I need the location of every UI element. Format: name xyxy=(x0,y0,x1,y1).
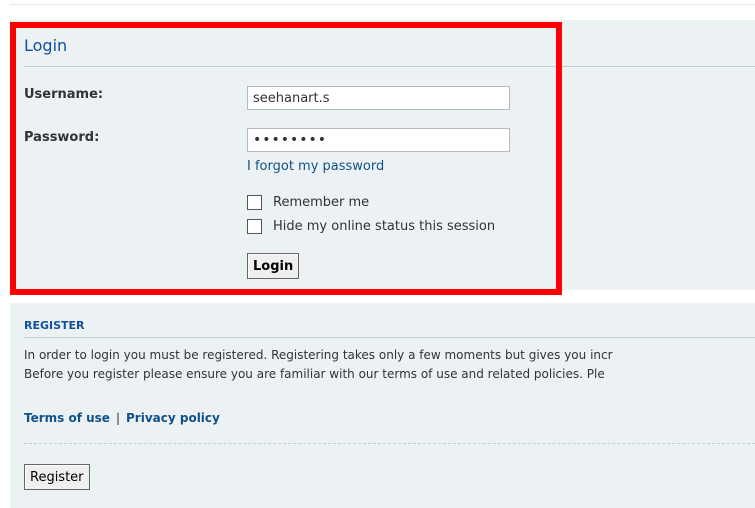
remember-me-checkbox[interactable] xyxy=(247,194,262,210)
terms-of-use-link[interactable]: Terms of use xyxy=(24,411,110,425)
remember-me-label: Remember me xyxy=(273,194,370,210)
policy-links: Terms of use | Privacy policy xyxy=(24,411,220,425)
hide-online-status-checkbox[interactable] xyxy=(247,218,262,234)
login-title-divider xyxy=(24,66,755,67)
register-description-line-2: Before you register please ensure you ar… xyxy=(24,367,605,381)
password-input[interactable] xyxy=(247,128,510,152)
register-dashed-divider xyxy=(24,443,755,444)
hide-online-status-option[interactable]: Hide my online status this session xyxy=(247,217,495,235)
privacy-policy-link[interactable]: Privacy policy xyxy=(126,411,220,425)
username-label: Username: xyxy=(24,87,104,102)
hide-online-status-label: Hide my online status this session xyxy=(273,218,496,234)
register-title-divider xyxy=(24,337,755,338)
login-panel: Login Username: Password: I forgot my pa… xyxy=(10,20,755,290)
register-panel: REGISTER In order to login you must be r… xyxy=(10,303,755,508)
register-description-line-1: In order to login you must be registered… xyxy=(24,348,613,362)
password-label: Password: xyxy=(24,130,100,145)
remember-me-option[interactable]: Remember me xyxy=(247,193,369,211)
login-title: Login xyxy=(24,36,68,55)
login-button[interactable]: Login xyxy=(247,253,300,279)
register-button[interactable]: Register xyxy=(24,464,90,490)
forgot-password-link[interactable]: I forgot my password xyxy=(247,159,384,174)
link-separator: | xyxy=(115,411,120,425)
username-input[interactable] xyxy=(247,86,510,110)
top-divider xyxy=(10,4,755,5)
register-title: REGISTER xyxy=(24,319,85,332)
